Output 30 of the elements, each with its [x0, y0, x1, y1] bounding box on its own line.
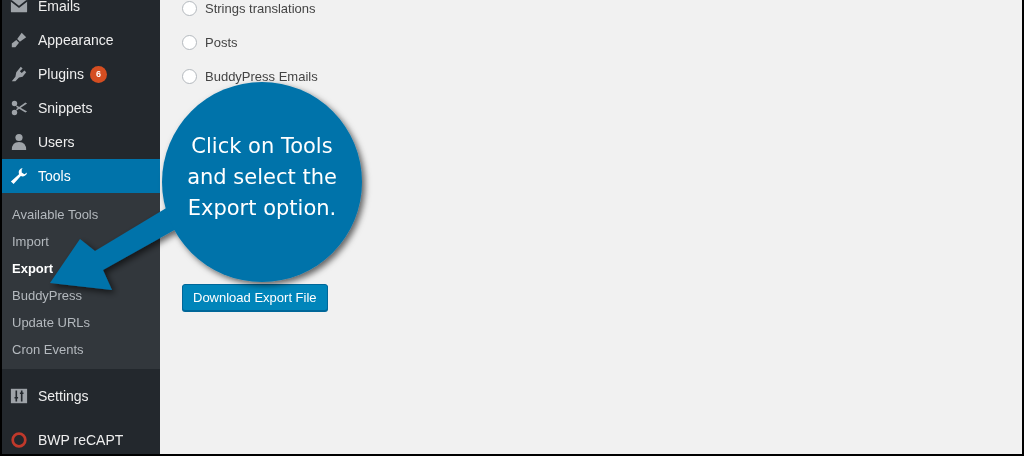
update-count-badge: 6	[89, 65, 107, 83]
submenu-item[interactable]: Update URLs	[12, 309, 91, 336]
menu-item[interactable]: Plugins 6	[2, 57, 160, 91]
radio-button[interactable]	[182, 68, 197, 84]
logo-icon	[10, 431, 28, 449]
submenu-item[interactable]: Export	[12, 255, 54, 282]
submenu-item[interactable]: Cron Events	[12, 336, 84, 363]
option-label: BuddyPress Emails	[205, 68, 318, 84]
radio-button[interactable]	[182, 0, 197, 16]
option-label: Strings translations	[205, 0, 316, 16]
menu-item[interactable]: Emails	[2, 0, 160, 23]
plug-icon	[10, 65, 28, 83]
menu-item[interactable]: Tools	[2, 159, 160, 193]
user-icon	[10, 133, 28, 151]
menu-item[interactable]: Users	[2, 125, 160, 159]
menu-item[interactable]: Settings	[2, 379, 160, 413]
option-label: Posts	[205, 34, 238, 50]
scissors-icon	[10, 99, 28, 117]
submenu-item[interactable]: Available Tools	[12, 201, 99, 228]
brush-icon	[10, 31, 28, 49]
submenu-item[interactable]: BuddyPress	[12, 282, 83, 309]
sliders-icon	[10, 387, 28, 405]
download-button[interactable]: Download Export File	[182, 284, 328, 311]
callout-text: Click on Tools and select the Export option.	[186, 133, 338, 222]
submenu-item[interactable]: Import	[12, 228, 49, 255]
radio-button[interactable]	[182, 34, 197, 50]
menu-item[interactable]: Snippets	[2, 91, 160, 125]
wrench-icon	[10, 167, 28, 185]
menu-item[interactable]: BWP reCAPT	[2, 423, 160, 454]
menu-item[interactable]: Appearance	[2, 23, 160, 57]
